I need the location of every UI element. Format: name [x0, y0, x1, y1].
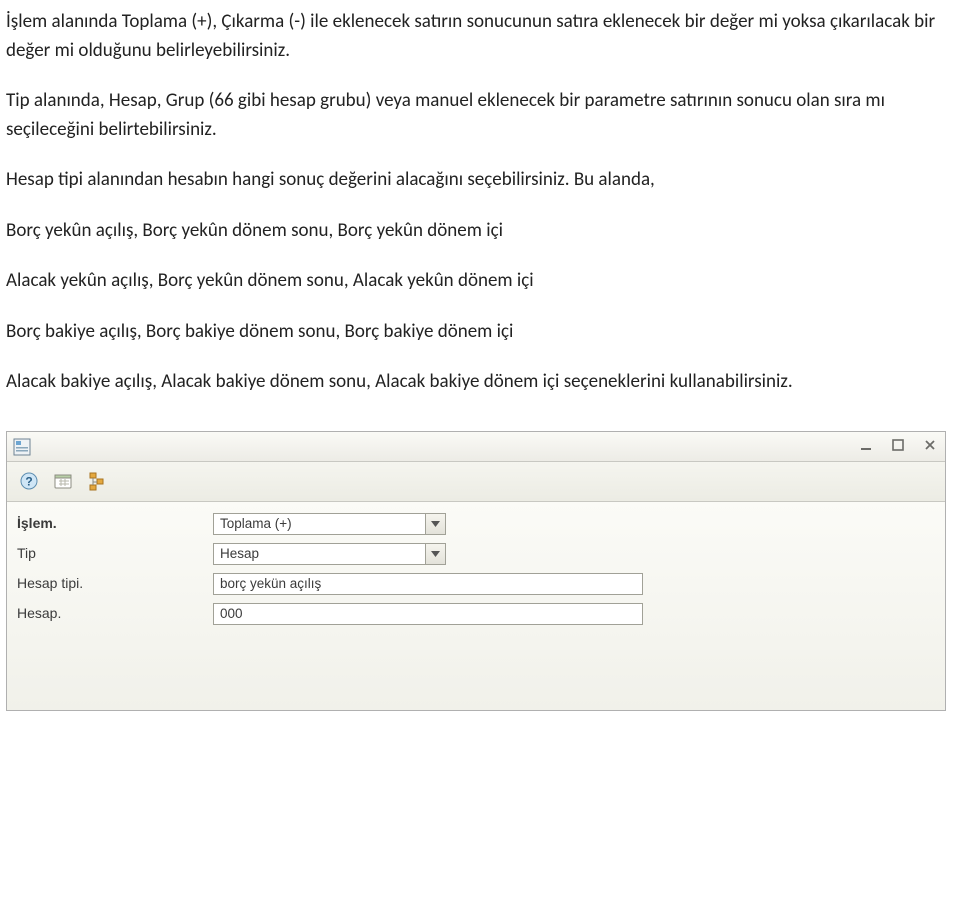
input-islem[interactable]: [213, 513, 426, 535]
title-bar: [7, 432, 945, 462]
input-hesap[interactable]: [213, 603, 643, 625]
paragraph-borc-yekun: Borç yekûn açılış, Borç yekûn dönem sonu…: [6, 217, 954, 246]
paragraph-alacak-yekun: Alacak yekûn açılış, Borç yekûn dönem so…: [6, 267, 954, 296]
label-hesap: Hesap.: [17, 603, 213, 624]
paragraph-islem: İşlem alanında Toplama (+), Çıkarma (-) …: [6, 8, 954, 65]
row-hesap-tipi: Hesap tipi.: [17, 570, 937, 598]
paragraph-borc-bakiye: Borç bakiye açılış, Borç bakiye dönem so…: [6, 318, 954, 347]
label-tip: Tip: [17, 543, 213, 564]
paragraph-tip: Tip alanında, Hesap, Grup (66 gibi hesap…: [6, 87, 954, 144]
toolbar-help-button[interactable]: ?: [13, 466, 45, 496]
app-window: ? İşlem.: [6, 431, 946, 711]
input-hesap-tipi[interactable]: [213, 573, 643, 595]
toolbar-calendar-button[interactable]: [47, 466, 79, 496]
row-tip: Tip: [17, 540, 937, 568]
minimize-button[interactable]: [857, 436, 875, 454]
window-buttons: [857, 436, 939, 454]
label-islem: İşlem.: [17, 513, 213, 534]
dropdown-tip[interactable]: [426, 543, 446, 565]
paragraph-alacak-bakiye: Alacak bakiye açılış, Alacak bakiye döne…: [6, 368, 954, 397]
svg-text:?: ?: [25, 475, 32, 489]
input-tip[interactable]: [213, 543, 426, 565]
window-system-icon: [13, 437, 31, 455]
toolbar-hierarchy-button[interactable]: [81, 466, 113, 496]
close-button[interactable]: [921, 436, 939, 454]
label-hesap-tipi: Hesap tipi.: [17, 573, 213, 594]
paragraph-hesaptipi-intro: Hesap tipi alanından hesabın hangi sonuç…: [6, 166, 954, 195]
dropdown-islem[interactable]: [426, 513, 446, 535]
row-islem: İşlem.: [17, 510, 937, 538]
maximize-button[interactable]: [889, 436, 907, 454]
toolbar: ?: [7, 462, 945, 502]
row-hesap: Hesap.: [17, 600, 937, 628]
body-text: İşlem alanında Toplama (+), Çıkarma (-) …: [0, 0, 960, 431]
form-area: İşlem. Tip Hesap tipi.: [7, 502, 945, 710]
